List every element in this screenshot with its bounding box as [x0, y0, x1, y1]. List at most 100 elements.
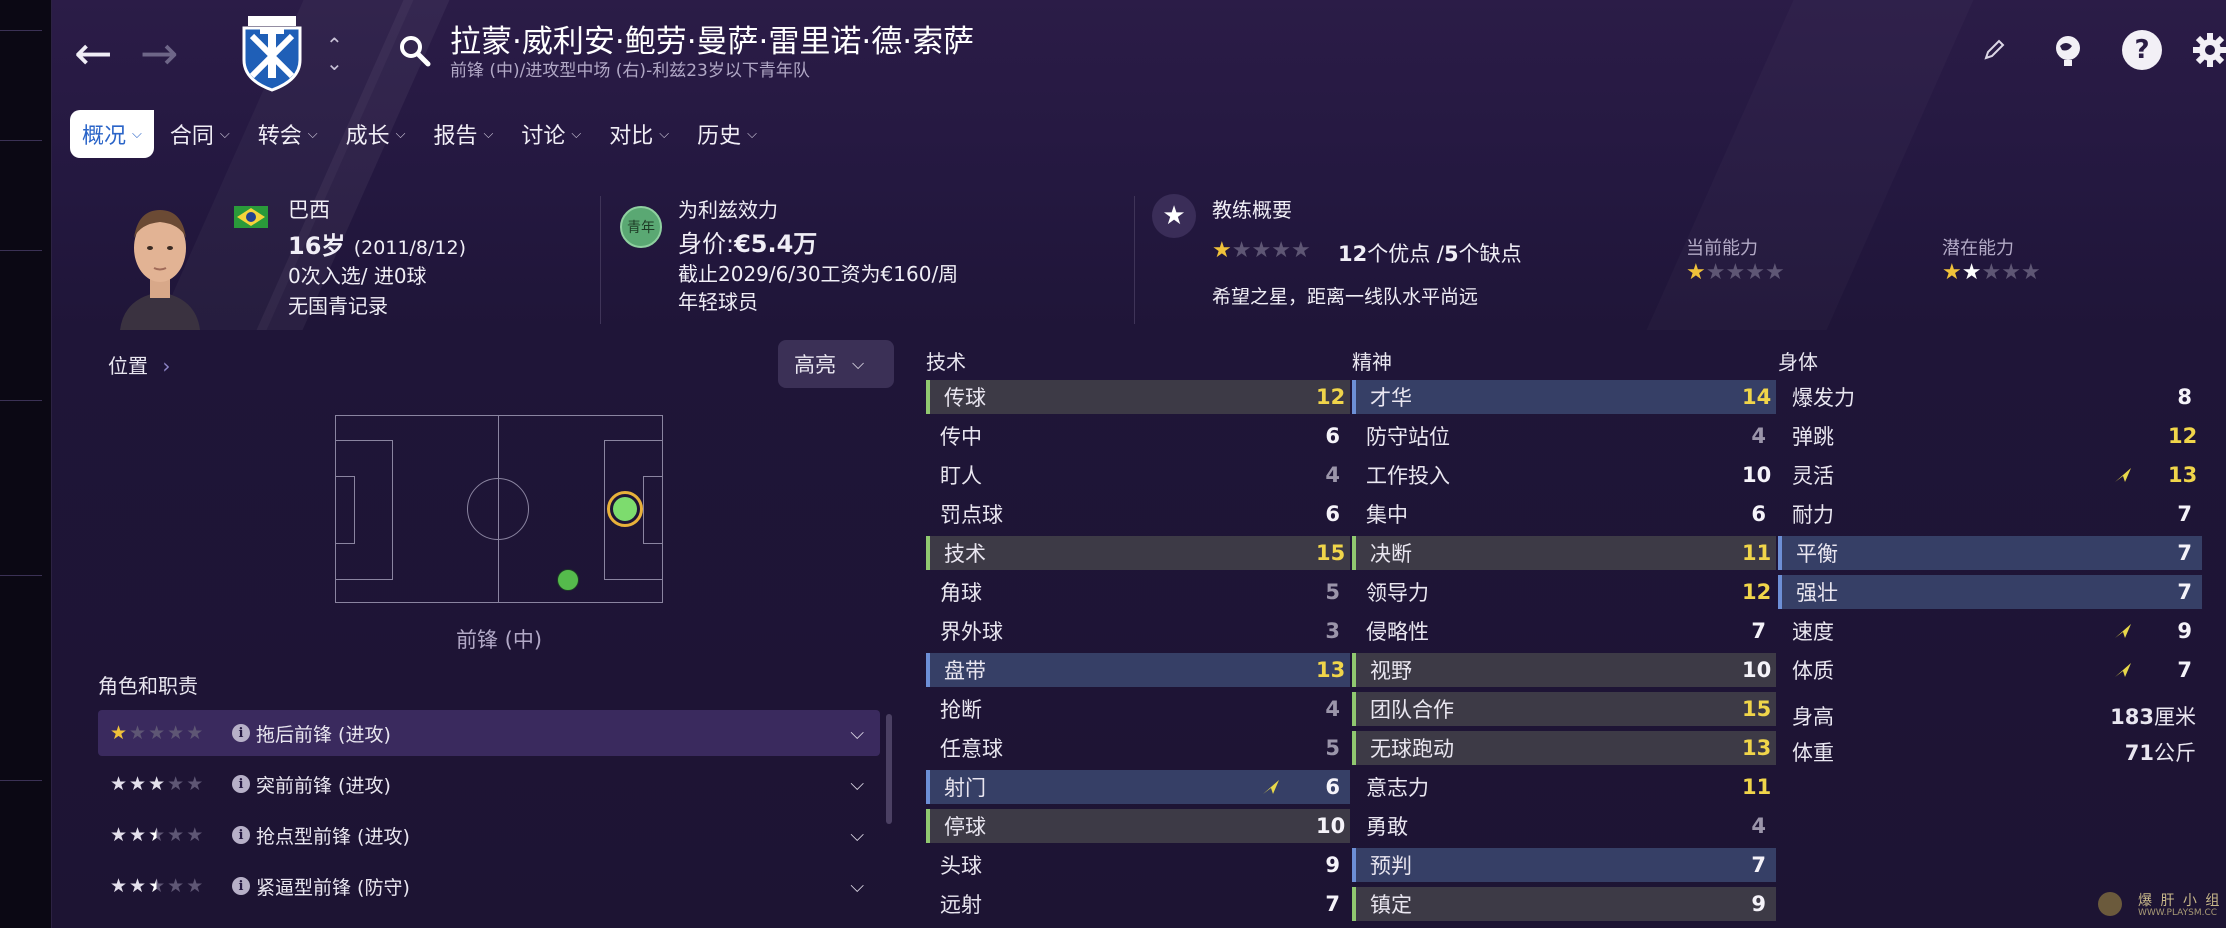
- secondary-position-marker[interactable]: [557, 569, 579, 591]
- arrow-left-icon: ←: [74, 26, 113, 80]
- info-icon[interactable]: i: [232, 877, 250, 895]
- attribute-row[interactable]: 决断 11: [1352, 536, 1776, 570]
- attribute-name: 预判: [1370, 854, 1412, 878]
- roles-scrollbar[interactable]: [886, 714, 892, 824]
- watermark-logo-icon: [2098, 892, 2122, 916]
- primary-position-marker[interactable]: [607, 491, 643, 527]
- info-icon[interactable]: i: [232, 724, 250, 742]
- attribute-row[interactable]: 速度 9: [1778, 614, 2202, 648]
- attribute-row[interactable]: 领导力 12: [1352, 575, 1776, 609]
- tab-discussion[interactable]: 讨论 ⌵: [509, 110, 593, 158]
- attribute-row[interactable]: 传球 12: [926, 380, 1350, 414]
- weaknesses-count: 5: [1444, 242, 1459, 266]
- height-number: 183: [2110, 705, 2154, 729]
- star-icon: ★: [1705, 260, 1726, 285]
- attribute-value: 4: [1325, 697, 1340, 721]
- tab-reports[interactable]: 报告 ⌵: [422, 110, 506, 158]
- attribute-row[interactable]: 意志力 11: [1352, 770, 1776, 804]
- attribute-row[interactable]: 爆发力 8: [1778, 380, 2202, 414]
- star-icon: ★: [167, 875, 185, 897]
- info-icon[interactable]: i: [232, 826, 250, 844]
- player-avatar[interactable]: [110, 190, 210, 330]
- star-icon: ★: [186, 773, 204, 795]
- attribute-row[interactable]: 耐力 7: [1778, 497, 2202, 531]
- attribute-row[interactable]: 防守站位 4: [1352, 419, 1776, 453]
- attribute-row[interactable]: 罚点球 6: [926, 497, 1350, 531]
- star-icon: ★: [1725, 260, 1746, 285]
- tab-transfer[interactable]: 转会 ⌵: [246, 110, 330, 158]
- role-row[interactable]: ★ ★ ★ ★ ★ i 抢点型前锋 (进攻) ⌵: [98, 812, 880, 858]
- info-divider: [600, 196, 601, 324]
- attribute-name: 勇敢: [1366, 815, 1408, 839]
- star-icon: ★: [1745, 260, 1765, 285]
- chevron-down-icon[interactable]: ⌵: [850, 876, 864, 897]
- attribute-row[interactable]: 射门 6: [926, 770, 1350, 804]
- attribute-row[interactable]: 技术 15: [926, 536, 1350, 570]
- star-icon: ★: [1212, 238, 1232, 263]
- highlight-label: 高亮: [794, 353, 836, 377]
- attribute-row[interactable]: 盯人 4: [926, 458, 1350, 492]
- attribute-row[interactable]: 无球跑动 13: [1352, 731, 1776, 765]
- attribute-row[interactable]: 弹跳 12: [1778, 419, 2202, 453]
- attribute-value: 7: [1751, 619, 1766, 643]
- edit-button[interactable]: [1974, 30, 2014, 70]
- forward-button[interactable]: →: [140, 30, 179, 76]
- attribute-row[interactable]: 抢断 4: [926, 692, 1350, 726]
- role-row[interactable]: ★ ★ ★ ★ ★ i 紧逼型前锋 (防守) ⌵: [98, 863, 880, 909]
- star-icon: ★: [148, 824, 166, 846]
- nationality: 巴西: [288, 198, 330, 222]
- attribute-row[interactable]: 头球 9: [926, 848, 1350, 882]
- weaknesses-label: 个缺点: [1458, 242, 1522, 266]
- tab-contract[interactable]: 合同 ⌵: [158, 110, 242, 158]
- attribute-row[interactable]: 任意球 5: [926, 731, 1350, 765]
- club-crest[interactable]: [238, 14, 306, 92]
- attribute-row[interactable]: 平衡 7: [1778, 536, 2202, 570]
- role-row[interactable]: ★ ★ ★ ★ ★ i 拖后前锋 (进攻) ⌵: [98, 710, 880, 756]
- info-icon[interactable]: i: [232, 775, 250, 793]
- attribute-row[interactable]: 强壮 7: [1778, 575, 2202, 609]
- attribute-row[interactable]: 盘带 13: [926, 653, 1350, 687]
- star-icon: ★: [186, 722, 204, 744]
- attribute-row[interactable]: 勇敢 4: [1352, 809, 1776, 843]
- pencil-icon: [1984, 39, 2005, 60]
- attribute-row[interactable]: 体质 7: [1778, 653, 2202, 687]
- attribute-row[interactable]: 工作投入 10: [1352, 458, 1776, 492]
- attribute-row[interactable]: 集中 6: [1352, 497, 1776, 531]
- tab-development[interactable]: 成长 ⌵: [334, 110, 418, 158]
- tab-compare[interactable]: 对比 ⌵: [597, 110, 681, 158]
- attribute-row[interactable]: 灵活 13: [1778, 458, 2202, 492]
- scout-button[interactable]: [2048, 30, 2088, 70]
- attribute-name: 意志力: [1366, 776, 1429, 800]
- attribute-row[interactable]: 远射 7: [926, 887, 1350, 921]
- back-button[interactable]: ←: [74, 30, 113, 76]
- attribute-row[interactable]: 预判 7: [1352, 848, 1776, 882]
- attribute-row[interactable]: 镇定 9: [1352, 887, 1776, 921]
- club-switcher[interactable]: ⌃ ⌄: [326, 35, 343, 73]
- chevron-down-icon[interactable]: ⌵: [850, 774, 864, 795]
- attribute-row[interactable]: 视野 10: [1352, 653, 1776, 687]
- search-button[interactable]: [398, 34, 432, 72]
- attribute-row[interactable]: 才华 14: [1352, 380, 1776, 414]
- tab-history[interactable]: 历史 ⌵: [685, 110, 769, 158]
- age: 16岁 (2011/8/12): [288, 226, 466, 261]
- chevron-down-icon[interactable]: ⌵: [850, 723, 864, 744]
- tab-overview[interactable]: 概况 ⌵: [70, 110, 154, 158]
- role-name: 拖后前锋 (进攻): [256, 723, 391, 746]
- help-button[interactable]: ?: [2122, 30, 2162, 70]
- attribute-row[interactable]: 团队合作 15: [1352, 692, 1776, 726]
- chevron-down-icon: ⌵: [571, 126, 582, 142]
- attribute-row[interactable]: 传中 6: [926, 419, 1350, 453]
- chevron-down-icon: ⌵: [219, 126, 230, 142]
- highlight-dropdown[interactable]: 高亮 ⌵: [778, 340, 894, 388]
- position-link[interactable]: 位置 ›: [108, 350, 170, 379]
- strengths-weaknesses: 12个优点 /5个缺点: [1338, 238, 1522, 268]
- attribute-row[interactable]: 界外球 3: [926, 614, 1350, 648]
- attribute-row[interactable]: 角球 5: [926, 575, 1350, 609]
- attribute-row[interactable]: 停球 10: [926, 809, 1350, 843]
- attribute-name: 无球跑动: [1370, 737, 1454, 761]
- settings-button[interactable]: [2190, 30, 2226, 70]
- role-row[interactable]: ★ ★ ★ ★ ★ i 突前前锋 (进攻) ⌵: [98, 761, 880, 807]
- star-icon: ★: [110, 875, 128, 897]
- attribute-row[interactable]: 侵略性 7: [1352, 614, 1776, 648]
- chevron-down-icon[interactable]: ⌵: [850, 825, 864, 846]
